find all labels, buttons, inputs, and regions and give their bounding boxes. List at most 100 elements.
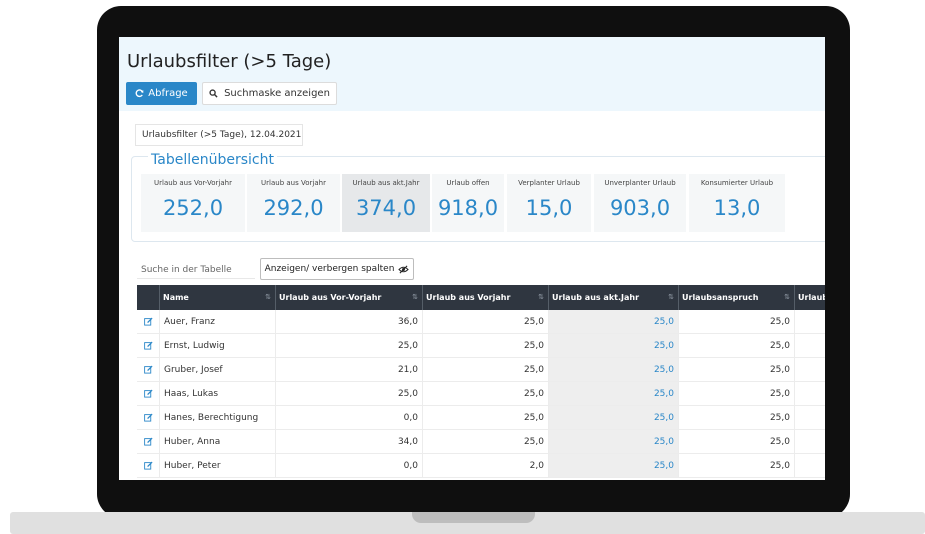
stat-label: Verplanter Urlaub: [518, 179, 580, 187]
cell-anspruch: 25,0: [678, 406, 794, 429]
cell-aktjahr: 25,0: [548, 454, 678, 477]
cell-anspruch: 25,0: [678, 430, 794, 453]
stat-value: 15,0: [525, 196, 573, 220]
header-label: Urlaub: [798, 293, 825, 302]
header-label: Urlaubsanspruch: [682, 293, 759, 302]
edit-icon[interactable]: [137, 454, 159, 477]
edit-icon[interactable]: [137, 430, 159, 453]
stat-label: Urlaub aus Vorjahr: [261, 179, 326, 187]
query-button[interactable]: Abfrage: [126, 82, 197, 105]
table-row: Auer, Franz 36,0 25,0 25,0 25,0: [137, 310, 825, 334]
header-label: Urlaub aus akt.Jahr: [552, 293, 640, 302]
cell-anspruch: 25,0: [678, 382, 794, 405]
table-row: Huber, Peter 0,0 2,0 25,0 25,0: [137, 454, 825, 478]
cell-name: Gruber, Josef: [159, 358, 275, 381]
stat-card: Verplanter Urlaub 15,0: [507, 174, 591, 232]
header-cell-vorvorjahr[interactable]: Urlaub aus Vor-Vorjahr ⇅: [275, 285, 422, 310]
table-row: Hanes, Berechtigung 0,0 25,0 25,0 25,0: [137, 406, 825, 430]
sort-icon: ⇅: [668, 293, 674, 301]
cell-aktjahr: 25,0: [548, 382, 678, 405]
query-button-label: Abfrage: [148, 88, 188, 99]
table-row: Huber, Anna 34,0 25,0 25,0 25,0: [137, 430, 825, 454]
cell-aktjahr: 25,0: [548, 406, 678, 429]
page-title: Urlaubsfilter (>5 Tage): [127, 51, 332, 72]
stat-value: 374,0: [355, 196, 417, 220]
laptop-notch: [412, 512, 535, 523]
cell-name: Haas, Lukas: [159, 382, 275, 405]
edit-icon[interactable]: [137, 334, 159, 357]
refresh-icon: [135, 89, 144, 98]
stat-label: Urlaub offen: [446, 179, 490, 187]
stat-card: Urlaub offen 918,0: [432, 174, 504, 232]
stat-value: 292,0: [263, 196, 324, 220]
header-cell-urlaub[interactable]: Urlaub: [794, 285, 825, 310]
app-screen: Urlaubsfilter (>5 Tage) Abfrage Suchmask…: [119, 37, 825, 480]
overview-title: Tabellenübersicht: [148, 152, 277, 168]
search-icon: [209, 89, 218, 98]
cell-urlaub: [794, 358, 825, 381]
edit-icon[interactable]: [137, 358, 159, 381]
header-cell-vorjahr[interactable]: Urlaub aus Vorjahr ⇅: [422, 285, 548, 310]
cell-vorvorjahr: 0,0: [275, 406, 422, 429]
filter-label: Urlaubsfilter (>5 Tage), 12.04.2021: [135, 124, 303, 146]
cell-name: Auer, Franz: [159, 310, 275, 333]
stat-card: Urlaub aus akt.Jahr 374,0: [342, 174, 430, 232]
stat-card: Urlaub aus Vorjahr 292,0: [247, 174, 340, 232]
header-cell-anspruch[interactable]: Urlaubsanspruch ⇅: [678, 285, 794, 310]
stat-card: Konsumierter Urlaub 13,0: [689, 174, 785, 232]
cell-urlaub: [794, 310, 825, 333]
eye-slash-icon: [398, 265, 410, 273]
table-row: Haas, Lukas 25,0 25,0 25,0 25,0: [137, 382, 825, 406]
cell-aktjahr: 25,0: [548, 334, 678, 357]
header-label: Name: [163, 293, 189, 302]
cell-vorvorjahr: 36,0: [275, 310, 422, 333]
stat-value: 903,0: [609, 196, 671, 220]
edit-icon[interactable]: [137, 382, 159, 405]
cell-name: Ernst, Ludwig: [159, 334, 275, 357]
toggle-columns-button[interactable]: Anzeigen/ verbergen spalten: [260, 258, 414, 280]
header-cell-name[interactable]: Name ⇅: [159, 285, 275, 310]
cell-urlaub: [794, 406, 825, 429]
header-cell-aktjahr[interactable]: Urlaub aus akt.Jahr ⇅: [548, 285, 678, 310]
cell-vorjahr: 25,0: [422, 334, 548, 357]
stat-label: Urlaub aus Vor-Vorjahr: [154, 179, 232, 187]
sort-icon: ⇅: [538, 293, 544, 301]
cell-vorvorjahr: 21,0: [275, 358, 422, 381]
sort-icon: ⇅: [784, 293, 790, 301]
cell-vorjahr: 25,0: [422, 430, 548, 453]
search-mask-button[interactable]: Suchmaske anzeigen: [202, 82, 337, 105]
cell-anspruch: 25,0: [678, 454, 794, 477]
stat-value: 918,0: [437, 196, 499, 220]
cell-vorjahr: 25,0: [422, 310, 548, 333]
edit-icon[interactable]: [137, 310, 159, 333]
cell-anspruch: 25,0: [678, 310, 794, 333]
table-row: Gruber, Josef 21,0 25,0 25,0 25,0: [137, 358, 825, 382]
cell-urlaub: [794, 382, 825, 405]
stat-label: Unverplanter Urlaub: [604, 179, 676, 187]
table-row: Ernst, Ludwig 25,0 25,0 25,0 25,0: [137, 334, 825, 358]
stat-label: Urlaub aus akt.Jahr: [352, 179, 420, 187]
sort-icon: ⇅: [265, 293, 271, 301]
edit-icon[interactable]: [137, 406, 159, 429]
header-cell-actions: [137, 285, 159, 310]
cell-aktjahr: 25,0: [548, 358, 678, 381]
cell-vorvorjahr: 0,0: [275, 454, 422, 477]
cell-vorvorjahr: 25,0: [275, 334, 422, 357]
header-label: Urlaub aus Vor-Vorjahr: [279, 293, 382, 302]
table-search-input[interactable]: [137, 261, 255, 279]
cell-vorvorjahr: 34,0: [275, 430, 422, 453]
cell-vorvorjahr: 25,0: [275, 382, 422, 405]
header-label: Urlaub aus Vorjahr: [426, 293, 511, 302]
cell-urlaub: [794, 430, 825, 453]
stat-card: Unverplanter Urlaub 903,0: [594, 174, 686, 232]
toggle-columns-label: Anzeigen/ verbergen spalten: [264, 264, 395, 274]
cell-name: Hanes, Berechtigung: [159, 406, 275, 429]
cell-anspruch: 25,0: [678, 358, 794, 381]
cell-aktjahr: 25,0: [548, 310, 678, 333]
cell-vorjahr: 2,0: [422, 454, 548, 477]
cell-aktjahr: 25,0: [548, 430, 678, 453]
cell-urlaub: [794, 334, 825, 357]
stat-card: Urlaub aus Vor-Vorjahr 252,0: [141, 174, 245, 232]
stat-value: 252,0: [162, 196, 224, 220]
cell-urlaub: [794, 454, 825, 477]
